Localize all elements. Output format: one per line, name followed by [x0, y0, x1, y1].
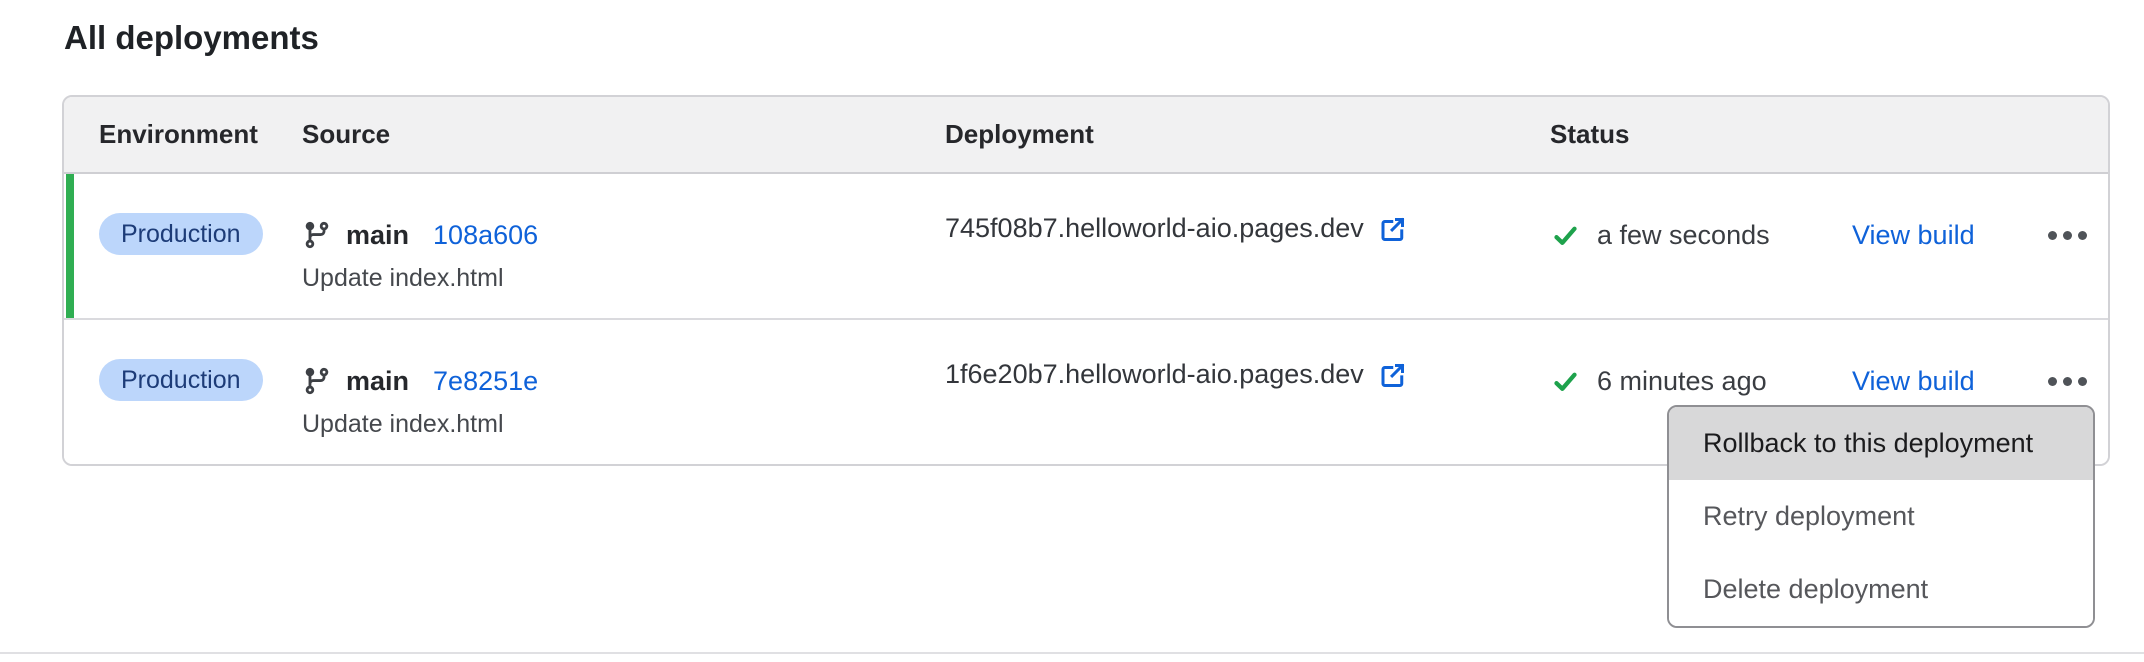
- deployment-url: 1f6e20b7.helloworld-aio.pages.dev: [945, 359, 1364, 390]
- table-header-row: Environment Source Deployment Status: [64, 97, 2108, 174]
- branch-name: main: [346, 220, 409, 251]
- check-icon: [1550, 222, 1581, 249]
- status-time: 6 minutes ago: [1597, 366, 1767, 397]
- environment-badge: Production: [99, 359, 263, 401]
- column-header-environment: Environment: [64, 119, 302, 150]
- view-build-link[interactable]: View build: [1852, 220, 2048, 251]
- commit-link[interactable]: 7e8251e: [433, 366, 538, 397]
- column-header-deployment: Deployment: [945, 119, 1550, 150]
- table-row: Production main 108a606 Update index.htm…: [64, 174, 2108, 320]
- external-link-icon[interactable]: [1378, 360, 1408, 390]
- view-build-link[interactable]: View build: [1852, 366, 2048, 397]
- commit-link[interactable]: 108a606: [433, 220, 538, 251]
- menu-item-delete[interactable]: Delete deployment: [1669, 553, 2093, 626]
- ellipsis-icon[interactable]: [2048, 359, 2087, 403]
- column-header-source: Source: [302, 119, 945, 150]
- page-title: All deployments: [64, 18, 319, 58]
- check-icon: [1550, 368, 1581, 395]
- git-branch-icon: [302, 220, 332, 250]
- external-link-icon[interactable]: [1378, 214, 1408, 244]
- commit-message: Update index.html: [302, 261, 945, 295]
- environment-badge: Production: [99, 213, 263, 255]
- commit-message: Update index.html: [302, 407, 945, 441]
- status-time: a few seconds: [1597, 220, 1770, 251]
- row-context-menu: Rollback to this deployment Retry deploy…: [1667, 405, 2095, 628]
- section-divider: [0, 652, 2144, 654]
- ellipsis-icon[interactable]: [2048, 213, 2087, 257]
- deployment-url: 745f08b7.helloworld-aio.pages.dev: [945, 213, 1364, 244]
- git-branch-icon: [302, 366, 332, 396]
- branch-name: main: [346, 366, 409, 397]
- column-header-status: Status: [1550, 119, 2108, 150]
- menu-item-retry[interactable]: Retry deployment: [1669, 480, 2093, 553]
- menu-item-rollback[interactable]: Rollback to this deployment: [1669, 407, 2093, 480]
